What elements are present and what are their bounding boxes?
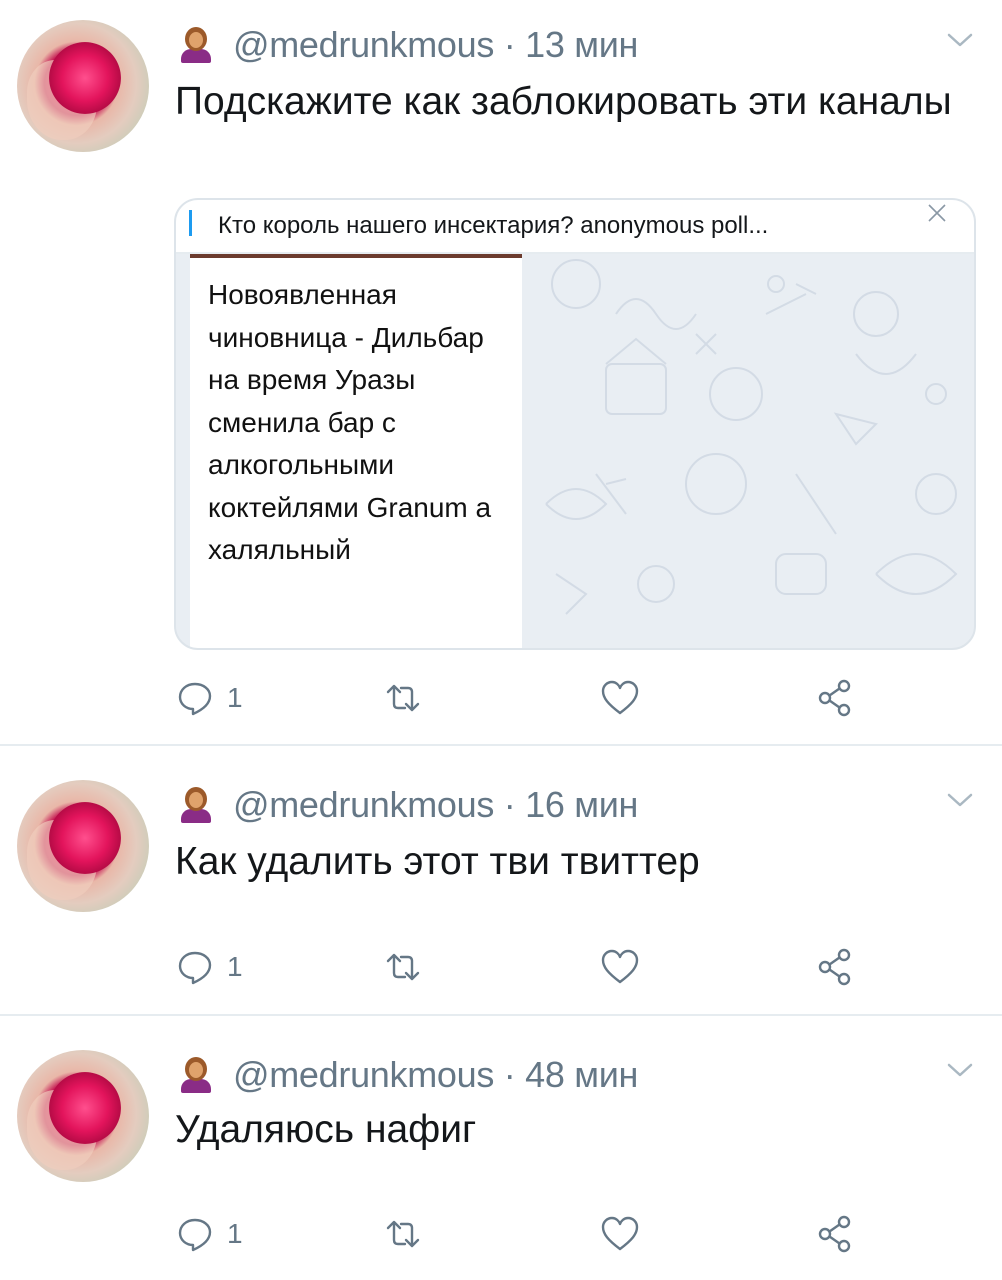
share-icon	[818, 948, 851, 986]
tweet-actions: 1	[175, 676, 875, 720]
card-title: Кто король нашего инсектария? anonymous …	[218, 212, 769, 239]
woman-tipping-hand-icon	[175, 25, 215, 65]
user-handle[interactable]: @medrunkmous	[233, 1054, 494, 1095]
retweet-icon	[386, 684, 420, 712]
reply-icon	[178, 951, 212, 985]
avatar[interactable]	[17, 780, 149, 912]
heart-icon	[601, 680, 639, 715]
user-handle[interactable]: @medrunkmous	[233, 24, 494, 65]
chevron-down-icon[interactable]	[946, 30, 974, 50]
message-text: Новоявленная чиновница - Дильбар на врем…	[208, 279, 492, 565]
message-bubble: Новоявленная чиновница - Дильбар на врем…	[190, 254, 522, 648]
tweet-text: Удаляюсь нафиг	[175, 1108, 477, 1151]
tweet[interactable]: @medrunkmous · 16 мин Как удалить этот т…	[0, 746, 1002, 1014]
reply-button[interactable]: 1	[175, 676, 243, 720]
tweet-text: Подскажите как заблокировать эти каналы	[175, 80, 952, 123]
timestamp: · 13 мин	[503, 24, 639, 65]
user-handle[interactable]: @medrunkmous	[233, 784, 494, 825]
tweet-actions: 1	[175, 945, 875, 989]
retweet-button[interactable]	[383, 1212, 423, 1256]
card-header: Кто король нашего инсектария? anonymous …	[176, 200, 974, 254]
reply-icon	[178, 1218, 212, 1252]
tweet-actions: 1	[175, 1212, 875, 1256]
reply-button[interactable]: 1	[175, 1212, 243, 1256]
woman-tipping-hand-icon	[175, 1055, 215, 1095]
tweet[interactable]: @medrunkmous · 13 мин Подскажите как заб…	[0, 0, 1002, 745]
chevron-down-icon[interactable]	[946, 1060, 974, 1080]
heart-icon	[601, 1216, 639, 1251]
share-icon	[818, 679, 851, 717]
share-button[interactable]	[815, 1212, 855, 1256]
tweet[interactable]: @medrunkmous · 48 мин Удаляюсь нафиг 1	[0, 1016, 1002, 1280]
tweet-header: @medrunkmous · 13 мин	[175, 22, 638, 68]
retweet-icon	[386, 953, 420, 981]
share-button[interactable]	[815, 945, 855, 989]
avatar[interactable]	[17, 1050, 149, 1182]
reply-button[interactable]: 1	[175, 945, 243, 989]
chevron-down-icon[interactable]	[946, 790, 974, 810]
reply-count: 1	[227, 1218, 243, 1249]
like-button[interactable]	[600, 945, 640, 989]
close-icon[interactable]	[926, 202, 948, 224]
like-button[interactable]	[600, 676, 640, 720]
like-button[interactable]	[600, 1212, 640, 1256]
woman-tipping-hand-icon	[175, 785, 215, 825]
tweet-text: Как удалить этот тви твиттер	[175, 840, 700, 883]
card-preview: Новоявленная чиновница - Дильбар на врем…	[176, 254, 974, 648]
retweet-button[interactable]	[383, 945, 423, 989]
avatar[interactable]	[17, 20, 149, 152]
retweet-button[interactable]	[383, 676, 423, 720]
timestamp: · 48 мин	[503, 1054, 639, 1095]
reply-count: 1	[227, 951, 243, 982]
timestamp: · 16 мин	[503, 784, 639, 825]
card-accent-bar	[189, 210, 192, 236]
heart-icon	[601, 949, 639, 984]
share-icon	[818, 1215, 851, 1253]
retweet-icon	[386, 1220, 420, 1248]
reply-count: 1	[227, 682, 243, 713]
tweet-header: @medrunkmous · 48 мин	[175, 1052, 638, 1098]
share-button[interactable]	[815, 676, 855, 720]
reply-icon	[178, 682, 212, 716]
tweet-header: @medrunkmous · 16 мин	[175, 782, 638, 828]
link-card[interactable]: Кто король нашего инсектария? anonymous …	[174, 198, 976, 650]
